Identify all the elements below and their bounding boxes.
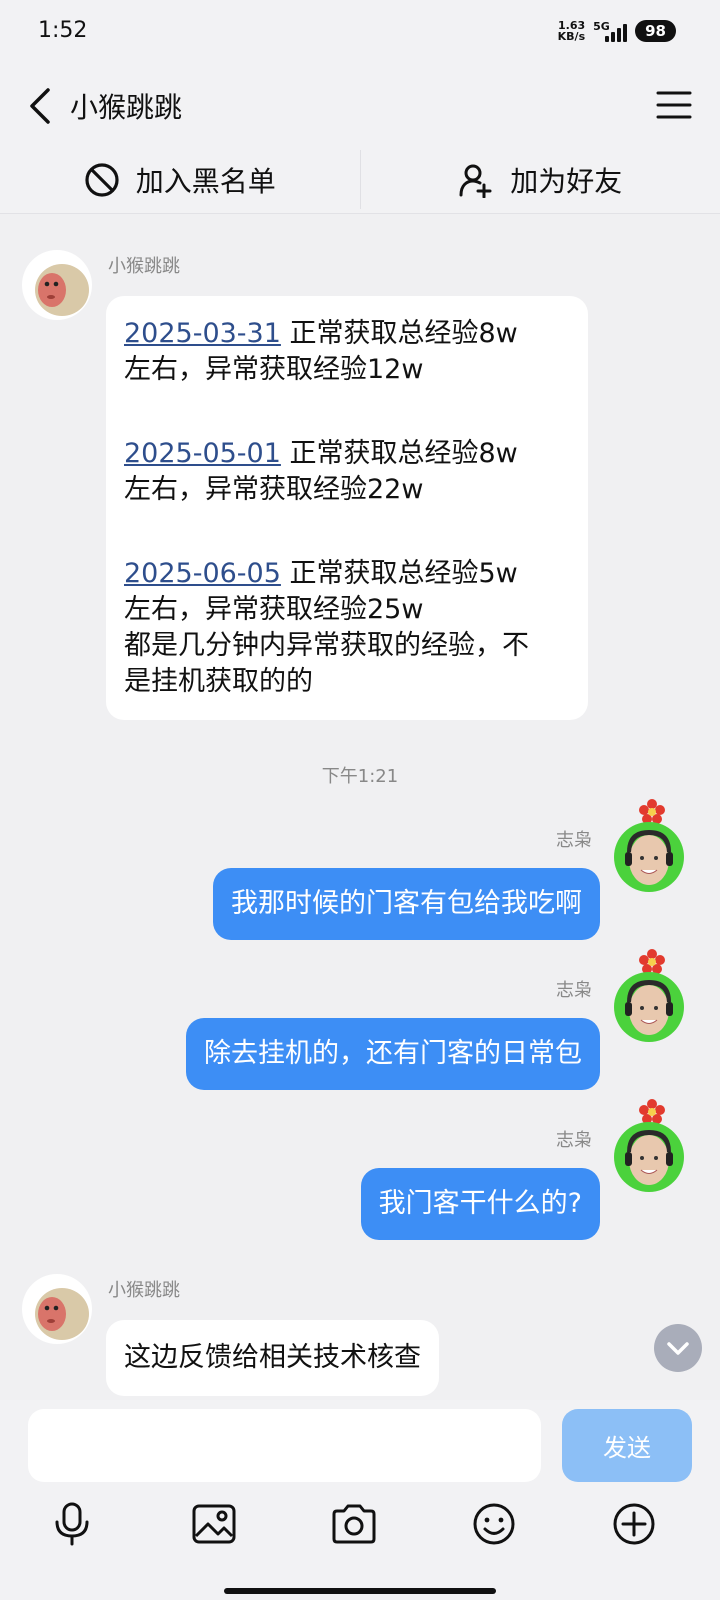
- message-line: 左右，异常获取经验12w: [124, 354, 424, 385]
- network-type: 5G: [593, 20, 610, 33]
- message-timestamp: 下午1:21: [321, 766, 399, 787]
- block-icon: [85, 162, 119, 197]
- add-user-icon: [459, 164, 492, 198]
- input-area: 发送: [0, 1400, 720, 1600]
- menu-icon[interactable]: [656, 88, 692, 122]
- message-line: 2025-05-01 正常获取总经验8w: [124, 438, 518, 469]
- chat-area[interactable]: 小猴跳跳 2025-03-31 正常获取总经验8w 左右，异常获取经验12w 2…: [0, 214, 720, 1400]
- user-avatar[interactable]: [614, 972, 684, 1042]
- outgoing-message-bubble[interactable]: 我门客干什么的?: [360, 1168, 600, 1240]
- sender-name: 小猴跳跳: [108, 256, 180, 277]
- outgoing-message-bubble[interactable]: 除去挂机的，还有门客的日常包: [186, 1018, 600, 1090]
- message-line: 左右，异常获取经验25w: [124, 594, 424, 625]
- status-time: 1:52: [38, 18, 88, 43]
- signal-icon: 5G: [593, 20, 628, 42]
- block-button[interactable]: 加入黑名单: [0, 146, 360, 213]
- sender-name: 志枭: [556, 830, 592, 851]
- date-link[interactable]: 2025-03-31: [124, 318, 281, 349]
- message-line: 是挂机获取的的: [124, 666, 313, 697]
- back-icon[interactable]: [22, 84, 62, 128]
- monkey-avatar[interactable]: [22, 1274, 92, 1344]
- network-speed: 1.63 KB/s: [558, 20, 585, 42]
- message-line: 左右，异常获取经验22w: [124, 474, 424, 505]
- date-link[interactable]: 2025-06-05: [124, 558, 281, 589]
- battery-indicator: 98: [635, 20, 676, 42]
- message-input[interactable]: [28, 1409, 541, 1482]
- add-friend-label: 加为好友: [510, 164, 623, 198]
- scroll-down-button[interactable]: [654, 1324, 702, 1372]
- outgoing-message-bubble[interactable]: 我那时候的门客有包给我吃啊: [213, 868, 600, 940]
- monkey-avatar[interactable]: [22, 250, 92, 320]
- incoming-message-bubble[interactable]: 2025-03-31 正常获取总经验8w 左右，异常获取经验12w 2025-0…: [106, 296, 588, 720]
- camera-icon[interactable]: [330, 1500, 378, 1548]
- microphone-icon[interactable]: [48, 1500, 96, 1548]
- status-indicators: 1.63 KB/s 5G 98: [558, 20, 676, 42]
- send-button[interactable]: 发送: [562, 1409, 692, 1482]
- action-bar: 加入黑名单 加为好友: [0, 146, 720, 214]
- network-speed-unit: KB/s: [557, 30, 586, 43]
- status-bar: 1:52 1.63 KB/s 5G 98: [0, 0, 720, 66]
- chevron-down-icon: [667, 1342, 689, 1355]
- sender-name: 志枭: [556, 1130, 592, 1151]
- message-line: 2025-03-31 正常获取总经验8w: [124, 318, 518, 349]
- user-avatar[interactable]: [614, 1122, 684, 1192]
- message-line: 都是几分钟内异常获取的经验，不: [124, 630, 529, 661]
- sender-name: 小猴跳跳: [108, 1280, 180, 1301]
- add-friend-button[interactable]: 加为好友: [361, 146, 720, 213]
- incoming-message-bubble[interactable]: 这边反馈给相关技术核查: [106, 1320, 439, 1396]
- message-line: 2025-06-05 正常获取总经验5w: [124, 558, 518, 589]
- date-link[interactable]: 2025-05-01: [124, 438, 281, 469]
- emoji-icon[interactable]: [470, 1500, 518, 1548]
- page-title: 小猴跳跳: [70, 91, 183, 124]
- block-button-label: 加入黑名单: [135, 164, 276, 198]
- user-avatar[interactable]: [614, 822, 684, 892]
- plus-icon[interactable]: [610, 1500, 658, 1548]
- sender-name: 志枭: [556, 980, 592, 1001]
- nav-bar: 小猴跳跳: [0, 66, 720, 146]
- home-indicator[interactable]: [224, 1588, 496, 1594]
- image-icon[interactable]: [190, 1500, 238, 1548]
